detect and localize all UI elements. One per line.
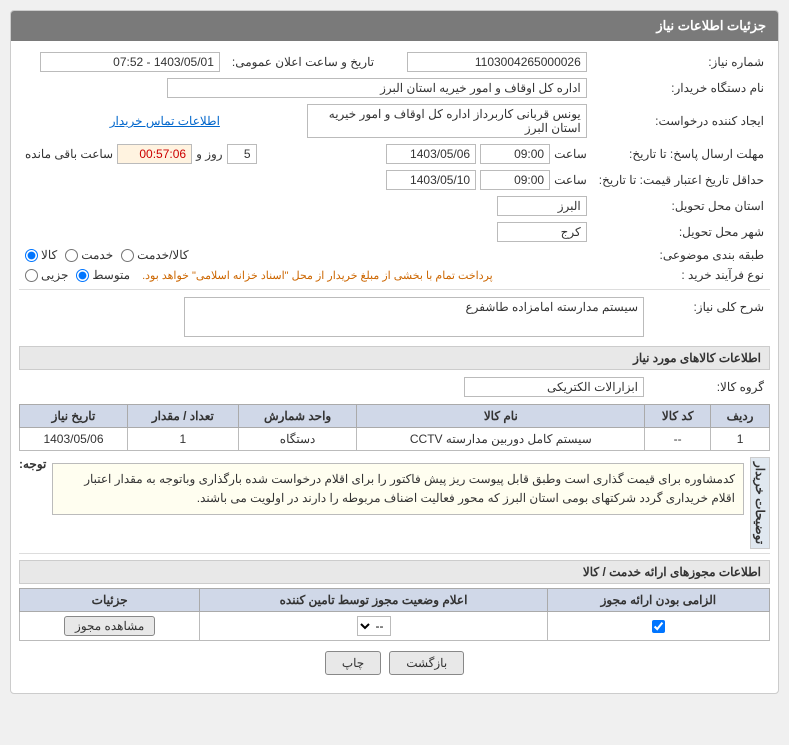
category-label: طبقه بندی موضوعی: — [593, 245, 770, 265]
back-button[interactable]: بازگشت — [389, 651, 464, 675]
buyer-name-label: نام دستگاه خریدار: — [593, 75, 770, 101]
note-label: توجه: — [19, 457, 46, 471]
note-text: کدمشاوره برای قیمت گذاری است وطبق قابل پ… — [52, 463, 744, 515]
buyer-notes-label: توضیحات خریدار — [750, 457, 770, 549]
city-label: شهر محل تحویل: — [593, 219, 770, 245]
response-remaining-value: 00:57:06 — [117, 144, 192, 164]
price-time-value: 09:00 — [480, 170, 550, 190]
provider-row: -- مشاهده مجوز — [20, 612, 770, 641]
goods-table: ردیف کد کالا نام کالا واحد شمارش تعداد /… — [19, 404, 770, 451]
city-value: کرج — [497, 222, 587, 242]
mandatory-checkbox[interactable] — [652, 620, 665, 633]
date-value: 1403/05/01 - 07:52 — [40, 52, 220, 72]
request-number-label: شماره نیاز: — [593, 49, 770, 75]
response-days-label: روز و — [196, 147, 223, 161]
goods-group-value: ابزارالات الکتریکی — [464, 377, 644, 397]
provider-col-details: جزئیات — [20, 589, 200, 612]
process-motevaset-label: متوسط — [92, 268, 130, 282]
category-khedmat-item: خدمت — [65, 248, 113, 262]
col-unit: واحد شمارش — [238, 405, 357, 428]
col-row: ردیف — [711, 405, 770, 428]
category-both-item: کالا/خدمت — [121, 248, 188, 262]
col-date: تاریخ نیاز — [20, 405, 128, 428]
mandatory-checkbox-container — [554, 620, 763, 633]
provider-col-status: اعلام وضعیت مجوز توسط تامین کننده — [200, 589, 547, 612]
response-time-label: ساعت — [554, 147, 587, 161]
price-date-value: 1403/05/10 — [386, 170, 476, 190]
process-motevaset-item: متوسط — [76, 268, 130, 282]
goods-section-title: اطلاعات کالاهای مورد نیاز — [19, 346, 770, 370]
print-button[interactable]: چاپ — [325, 651, 381, 675]
process-jozi-item: جزیی — [25, 268, 68, 282]
category-both-label: کالا/خدمت — [137, 248, 188, 262]
table-row: 1 -- سیستم کامل دوربین مدارسته CCTV دستگ… — [20, 428, 770, 451]
process-jozi-radio[interactable] — [25, 269, 38, 282]
price-time-label: ساعت — [554, 173, 587, 187]
province-label: استان محل تحویل: — [593, 193, 770, 219]
price-deadline-label: حداقل تاریخ اعتبار قیمت: تا تاریخ: — [593, 167, 770, 193]
bottom-buttons: بازگشت چاپ — [19, 641, 770, 685]
buyer-name-value: اداره کل اوقاف و امور خیریه استان البرز — [167, 78, 587, 98]
process-motevaset-radio[interactable] — [76, 269, 89, 282]
col-code: کد کالا — [645, 405, 711, 428]
category-kala-item: کالا — [25, 248, 57, 262]
response-deadline-label: مهلت ارسال پاسخ: تا تاریخ: — [593, 141, 770, 167]
cell-row: 1 — [711, 428, 770, 451]
request-number-value: 1103004265000026 — [407, 52, 587, 72]
cell-quantity: 1 — [127, 428, 238, 451]
response-time-value: 09:00 — [480, 144, 550, 164]
category-both-radio[interactable] — [121, 249, 134, 262]
response-days-value: 5 — [227, 144, 257, 164]
goods-group-label: گروه کالا: — [650, 374, 770, 400]
cell-code: -- — [645, 428, 711, 451]
category-khedmat-radio[interactable] — [65, 249, 78, 262]
creator-value: یونس قربانی کاربرداز اداره کل اوقاف و ام… — [307, 104, 587, 138]
process-jozi-label: جزیی — [41, 268, 68, 282]
need-description-value: سیستم مدارسته امامزاده طاشفرع — [184, 297, 644, 337]
need-description-label: شرح کلی نیاز: — [650, 294, 770, 340]
response-remaining-label: ساعت باقی مانده — [25, 147, 113, 161]
provider-table: الزامی بودن ارائه مجوز اعلام وضعیت مجوز … — [19, 588, 770, 641]
category-kala-label: کالا — [41, 248, 57, 262]
cell-unit: دستگاه — [238, 428, 357, 451]
provider-col-mandatory: الزامی بودن ارائه مجوز — [547, 589, 769, 612]
contact-link[interactable]: اطلاعات تماس خریدار — [110, 114, 220, 128]
view-button[interactable]: مشاهده مجوز — [64, 616, 155, 636]
col-name: نام کالا — [357, 405, 645, 428]
process-note: پرداخت تمام با بخشی از مبلغ خریدار از مح… — [142, 269, 493, 282]
date-label: تاریخ و ساعت اعلان عمومی: — [226, 49, 380, 75]
category-khedmat-label: خدمت — [81, 248, 113, 262]
status-select[interactable]: -- — [357, 616, 391, 636]
cell-name: سیستم کامل دوربین مدارسته CCTV — [357, 428, 645, 451]
process-label: نوع فرآیند خرید : — [593, 265, 770, 285]
category-kala-radio[interactable] — [25, 249, 38, 262]
goods-services-section: اطلاعات مجوزهای ارائه خدمت / کالا — [19, 560, 770, 584]
cell-date: 1403/05/06 — [20, 428, 128, 451]
col-qty: تعداد / مقدار — [127, 405, 238, 428]
province-value: البرز — [497, 196, 587, 216]
panel-title: جزئیات اطلاعات نیاز — [656, 18, 766, 33]
response-date-value: 1403/05/06 — [386, 144, 476, 164]
creator-label: ایجاد کننده درخواست: — [593, 101, 770, 141]
panel-header: جزئیات اطلاعات نیاز — [11, 11, 778, 41]
